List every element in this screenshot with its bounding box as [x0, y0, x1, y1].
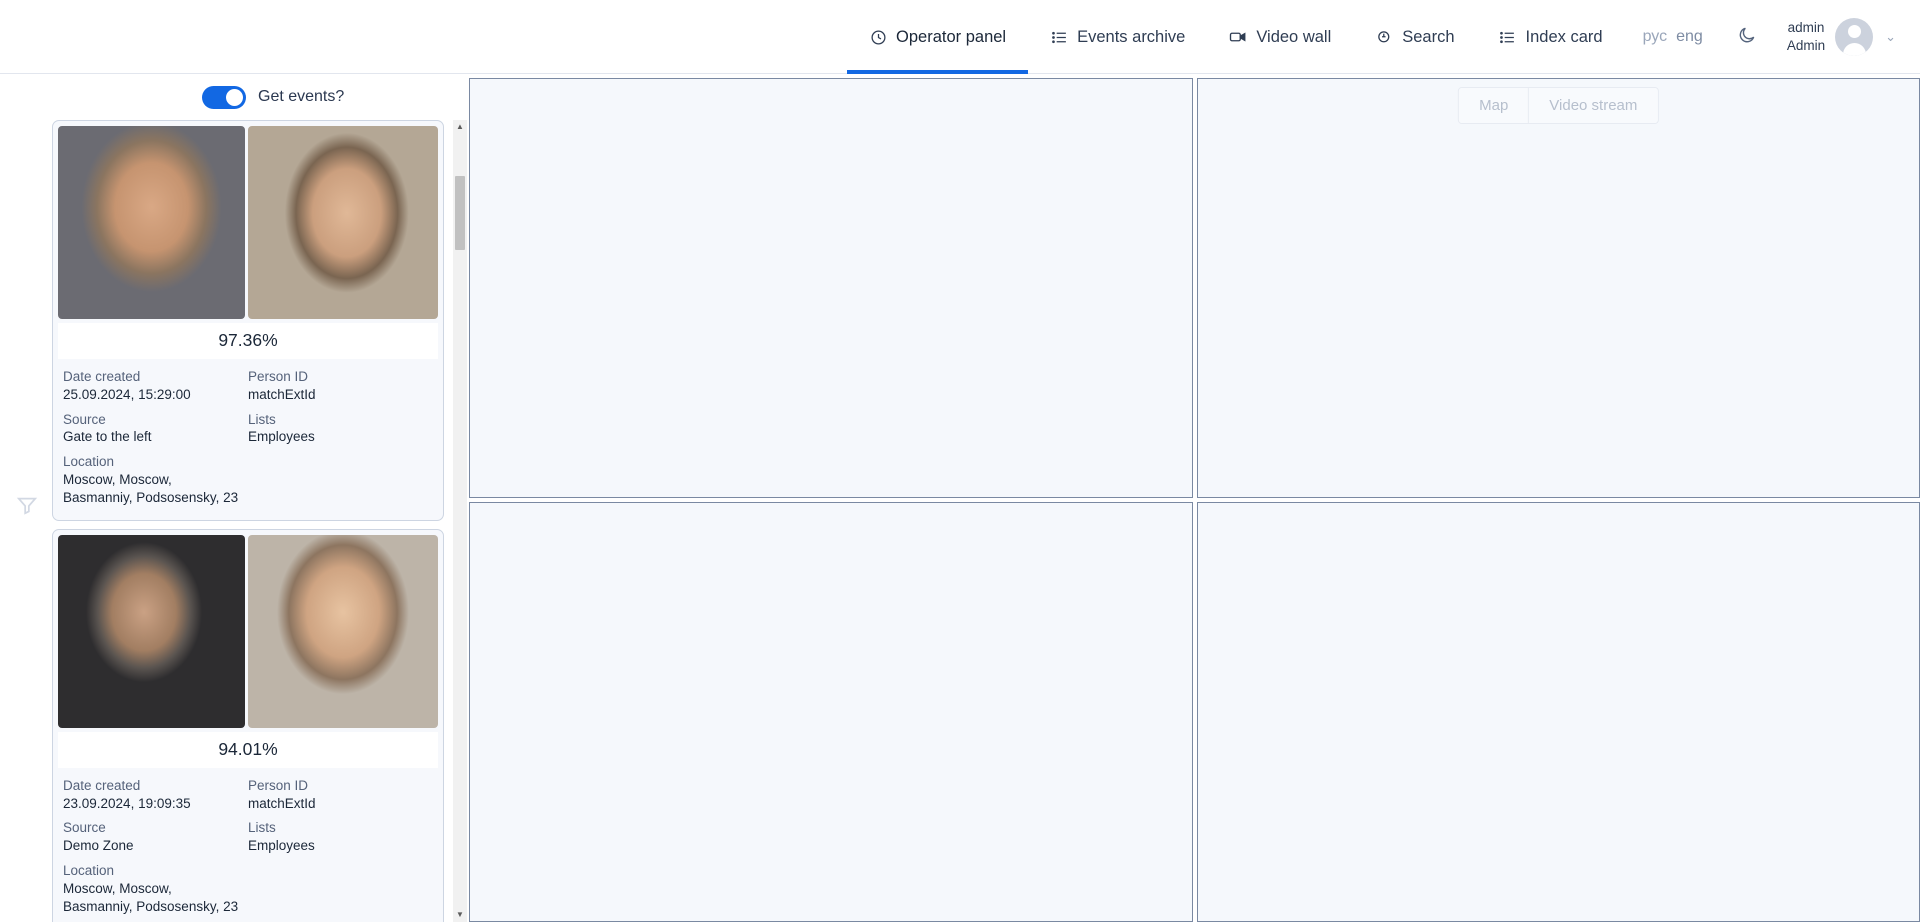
match-score: 97.36%: [58, 323, 438, 359]
face-capture-thumbnail[interactable]: [58, 534, 246, 728]
metadata-column-right: Person ID matchExtId Lists Employees: [248, 777, 433, 916]
value-date-created: 23.09.2024, 19:09:35: [63, 795, 191, 811]
user-info: admin Admin: [1787, 19, 1825, 54]
event-photos: [53, 121, 443, 319]
tab-video-stream[interactable]: Video stream: [1528, 88, 1658, 123]
value-location-line2: Basmanniy, Podsosensky, 23: [63, 898, 239, 914]
label-date-created: Date created: [63, 369, 141, 384]
metadata-column-right: Person ID matchExtId Lists Employees: [248, 368, 433, 507]
user-login: admin: [1787, 20, 1825, 36]
metadata-column-left: Date created 25.09.2024, 15:29:00 Source…: [63, 368, 248, 507]
face-capture-thumbnail[interactable]: [58, 126, 246, 319]
events-scroll-area[interactable]: 97.36% Date created 25.09.2024, 15:29:00…: [52, 120, 467, 922]
label-date-created: Date created: [63, 777, 141, 793]
value-person-id: matchExtId: [248, 795, 316, 811]
value-source: Demo Zone: [63, 838, 134, 854]
avatar-head-shape: [1847, 25, 1861, 38]
events-scrollbar[interactable]: ▲ ▼: [453, 120, 467, 922]
video-camera-icon: [1229, 28, 1247, 46]
language-option-ru[interactable]: рус: [1643, 28, 1668, 46]
events-panel: Get events? 97.36% Date created 25.09.20…: [52, 74, 467, 922]
nav-item-events-archive[interactable]: Events archive: [1028, 0, 1207, 74]
scrollbar-track[interactable]: [453, 134, 467, 908]
scroll-down-arrow[interactable]: ▼: [456, 908, 464, 922]
get-events-label: Get events?: [258, 88, 345, 105]
user-menu[interactable]: admin Admin ⌄: [1773, 0, 1920, 74]
label-location: Location: [63, 862, 115, 878]
event-card[interactable]: 94.01% Date created 23.09.2024, 19:09:35…: [52, 528, 444, 922]
label-person-id: Person ID: [248, 369, 309, 384]
language-option-en[interactable]: eng: [1676, 28, 1703, 46]
get-events-row: Get events?: [52, 80, 467, 114]
value-location-line1: Moscow, Moscow,: [63, 880, 172, 896]
label-location: Location: [63, 454, 115, 470]
nav-label: Search: [1402, 27, 1455, 46]
panel-bottom-left[interactable]: [469, 502, 1193, 922]
get-events-toggle[interactable]: [202, 85, 246, 109]
nav-label: Events archive: [1077, 27, 1186, 46]
avatar[interactable]: [1835, 18, 1874, 56]
value-person-id: matchExtId: [248, 386, 316, 402]
app-header: Operator panel Events archive Video wall: [0, 0, 1920, 74]
value-location-line2: Basmanniy, Podsosensky, 23: [63, 489, 239, 505]
list-icon: [1050, 28, 1068, 46]
search-icon: [1375, 28, 1393, 46]
value-date-created: 25.09.2024, 15:29:00: [63, 386, 191, 402]
header-spacer: [0, 0, 847, 73]
metadata-column-left: Date created 23.09.2024, 19:09:35 Source…: [63, 777, 248, 916]
match-score: 94.01%: [58, 731, 438, 768]
value-location-line1: Moscow, Moscow,: [63, 472, 172, 488]
event-photos: [53, 530, 443, 728]
events-list: 97.36% Date created 25.09.2024, 15:29:00…: [52, 120, 449, 922]
panel-top-right[interactable]: Map Video stream: [1196, 78, 1920, 498]
label-source: Source: [63, 411, 106, 427]
chevron-down-icon[interactable]: ⌄: [1885, 29, 1896, 45]
nav-label: Video wall: [1256, 27, 1332, 46]
nav-item-index-card[interactable]: Index card: [1477, 0, 1625, 74]
clock-icon: [869, 28, 887, 46]
face-reference-thumbnail[interactable]: [248, 534, 438, 728]
nav-item-video-wall[interactable]: Video wall: [1207, 0, 1353, 74]
nav-label: Operator panel: [896, 27, 1007, 46]
nav-item-search[interactable]: Search: [1353, 0, 1476, 74]
event-metadata: Date created 25.09.2024, 15:29:00 Source…: [53, 359, 443, 520]
nav-label: Index card: [1525, 27, 1603, 46]
event-card[interactable]: 97.36% Date created 25.09.2024, 15:29:00…: [52, 120, 444, 521]
main-navigation: Operator panel Events archive Video wall: [847, 0, 1625, 74]
theme-toggle-button[interactable]: [1721, 0, 1773, 74]
language-switcher: рус eng: [1625, 0, 1721, 74]
panel-top-left[interactable]: [469, 78, 1193, 498]
label-lists: Lists: [248, 820, 276, 836]
list-icon: [1499, 28, 1517, 46]
panel-bottom-right[interactable]: [1196, 502, 1920, 922]
value-lists: Employees: [248, 429, 315, 445]
moon-icon: [1737, 25, 1757, 50]
workspace: Get events? 97.36% Date created 25.09.20…: [0, 74, 1920, 922]
user-role: Admin: [1786, 38, 1826, 53]
filter-funnel-icon[interactable]: [14, 492, 40, 518]
filter-rail: [0, 74, 52, 922]
tab-map[interactable]: Map: [1459, 88, 1529, 123]
face-reference-thumbnail[interactable]: [248, 126, 438, 319]
panel-grid: Map Video stream: [467, 74, 1920, 922]
avatar-circle: [1835, 18, 1874, 56]
avatar-body-shape: [1842, 43, 1866, 56]
label-source: Source: [63, 820, 106, 836]
event-metadata: Date created 23.09.2024, 19:09:35 Source…: [53, 768, 443, 922]
panel-view-tabs: Map Video stream: [1458, 87, 1659, 124]
label-lists: Lists: [248, 411, 276, 427]
toggle-knob: [226, 88, 243, 106]
label-person-id: Person ID: [248, 777, 309, 793]
nav-item-operator-panel[interactable]: Operator panel: [847, 0, 1029, 74]
value-lists: Employees: [248, 838, 315, 854]
value-source: Gate to the left: [63, 429, 152, 445]
scrollbar-thumb[interactable]: [455, 176, 465, 250]
scroll-up-arrow[interactable]: ▲: [456, 120, 464, 134]
